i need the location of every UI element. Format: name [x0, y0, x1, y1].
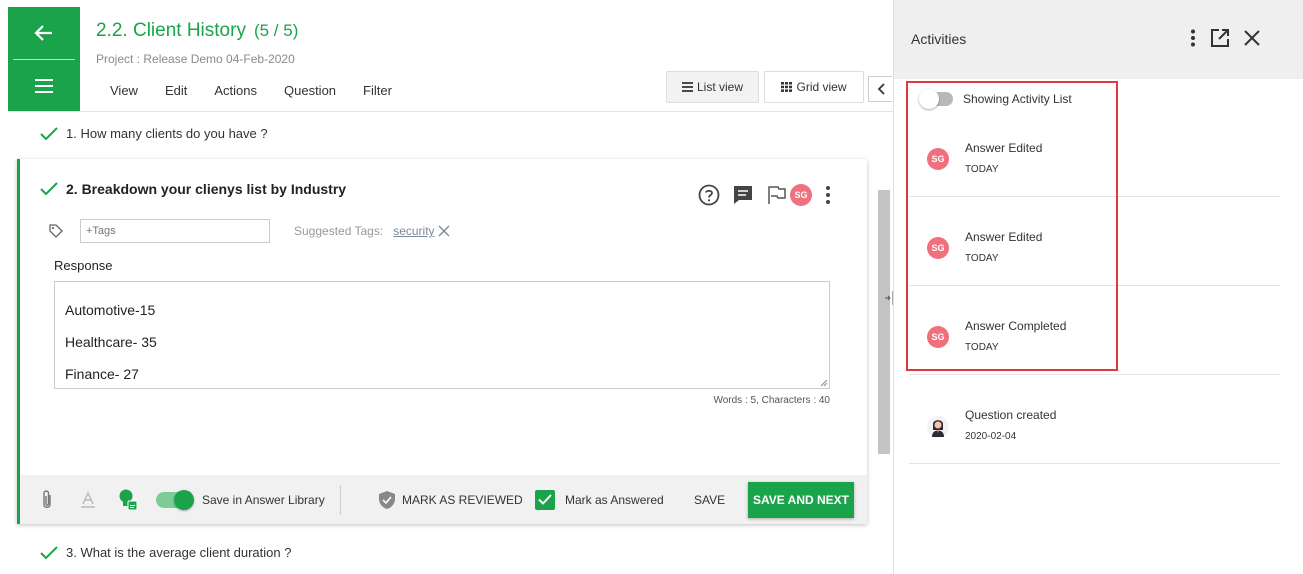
activities-header: Activities [894, 0, 1303, 79]
back-button[interactable] [8, 7, 80, 59]
activity-name: Question created [965, 408, 1057, 422]
save-library-toggle[interactable]: Save in Answer Library [156, 475, 325, 524]
suggestion-bulb-button[interactable] [116, 475, 140, 524]
app-root: 2.2. Client History (5 / 5) Project : Rel… [0, 0, 1303, 574]
more-vertical-icon[interactable] [824, 185, 832, 205]
tags-input[interactable] [80, 219, 270, 243]
toggle-switch-on[interactable] [156, 489, 194, 510]
list-icon [681, 82, 693, 92]
checkmark-icon [40, 126, 58, 140]
grid-icon [781, 82, 793, 92]
user-avatar-icon [927, 416, 949, 438]
highlight-box [906, 81, 1118, 371]
mark-answered-checkbox[interactable]: Mark as Answered [535, 475, 664, 524]
arrow-left-icon [34, 25, 52, 41]
menu-view[interactable]: View [110, 83, 138, 98]
flag-icon[interactable] [766, 184, 788, 206]
paperclip-icon [43, 489, 51, 508]
comment-icon[interactable] [732, 184, 754, 206]
header-divider [8, 111, 893, 112]
tag-row: Suggested Tags: security [48, 219, 450, 243]
word-count: Words : 5, Characters : 40 [713, 395, 830, 406]
response-textarea[interactable]: Automotive-15 Healthcare- 35 Finance- 27 [54, 281, 830, 389]
attachment-button[interactable] [40, 475, 54, 524]
hamburger-icon [35, 78, 53, 93]
checkmark-icon [538, 494, 552, 505]
mark-reviewed-button[interactable]: MARK AS REVIEWED [378, 475, 523, 524]
activities-header-actions [1190, 28, 1260, 48]
project-subtitle: Project : Release Demo 04-Feb-2020 [96, 52, 295, 66]
activity-item[interactable]: Question created 2020-02-04 [909, 375, 1280, 464]
menu-filter[interactable]: Filter [363, 83, 392, 98]
nav-block [8, 7, 80, 111]
response-line: Automotive-15 [65, 302, 156, 318]
shield-check-icon [379, 490, 395, 509]
checkbox-checked[interactable] [535, 489, 555, 510]
suggested-tag-link[interactable]: security [393, 224, 434, 238]
question-1-text: 1. How many clients do you have ? [66, 126, 268, 141]
question-2-text: 2. Breakdown your clienys list by Indust… [66, 181, 347, 197]
checkmark-icon [40, 182, 58, 196]
activities-title: Activities [911, 31, 967, 47]
response-label: Response [54, 258, 113, 273]
mark-answered-label: Mark as Answered [565, 492, 664, 507]
question-2-title: 2. Breakdown your clienys list by Indust… [40, 181, 346, 197]
page-title: 2.2. Client History (5 / 5) [96, 20, 298, 42]
activity-time: 2020-02-04 [965, 431, 1017, 442]
lightbulb-icon [119, 489, 138, 510]
resize-grip-icon[interactable] [820, 379, 828, 387]
list-view-label: List view [696, 80, 743, 94]
list-view-button[interactable]: List view [666, 71, 759, 103]
question-3-row[interactable]: 3. What is the average client duration ? [40, 545, 291, 560]
menu-bar: View Edit Actions Question Filter [110, 83, 419, 98]
text-format-icon [81, 490, 95, 508]
grid-view-label: Grid view [796, 80, 847, 94]
tag-icon [49, 224, 63, 238]
grid-view-button[interactable]: Grid view [764, 71, 864, 103]
scrollbar[interactable] [878, 190, 890, 454]
question-1-row[interactable]: 1. How many clients do you have ? [40, 126, 268, 141]
assignee-avatar[interactable]: SG [790, 184, 812, 206]
question-3-text: 3. What is the average client duration ? [66, 545, 292, 560]
open-external-icon[interactable] [1210, 28, 1230, 48]
response-line: Finance- 27 [65, 366, 139, 382]
save-and-next-button[interactable]: SAVE AND NEXT [748, 482, 854, 518]
question-count: (5 / 5) [253, 21, 299, 40]
menu-edit[interactable]: Edit [165, 83, 187, 98]
question-actions: SG [698, 184, 832, 206]
text-format-button[interactable] [80, 475, 96, 524]
close-icon[interactable] [438, 225, 450, 237]
footer-divider [340, 485, 341, 515]
page-title-text: 2.2. Client History [96, 20, 246, 41]
question-card: 2. Breakdown your clienys list by Indust… [17, 159, 867, 524]
card-footer: Save in Answer Library MARK AS REVIEWED … [20, 475, 867, 524]
suggested-tags-label: Suggested Tags: [294, 224, 384, 238]
more-vertical-icon[interactable] [1190, 29, 1196, 47]
hamburger-menu-button[interactable] [8, 60, 80, 111]
menu-question[interactable]: Question [284, 83, 336, 98]
menu-actions[interactable]: Actions [214, 83, 257, 98]
chevron-left-icon [877, 83, 885, 95]
close-icon[interactable] [1244, 30, 1260, 46]
save-button[interactable]: SAVE [694, 475, 725, 524]
save-library-label: Save in Answer Library [202, 492, 325, 507]
mark-reviewed-label: MARK AS REVIEWED [402, 492, 523, 507]
help-circle-icon[interactable] [698, 184, 720, 206]
collapse-panel-button[interactable] [868, 76, 892, 102]
checkmark-icon [40, 545, 58, 559]
response-line: Healthcare- 35 [65, 334, 157, 350]
